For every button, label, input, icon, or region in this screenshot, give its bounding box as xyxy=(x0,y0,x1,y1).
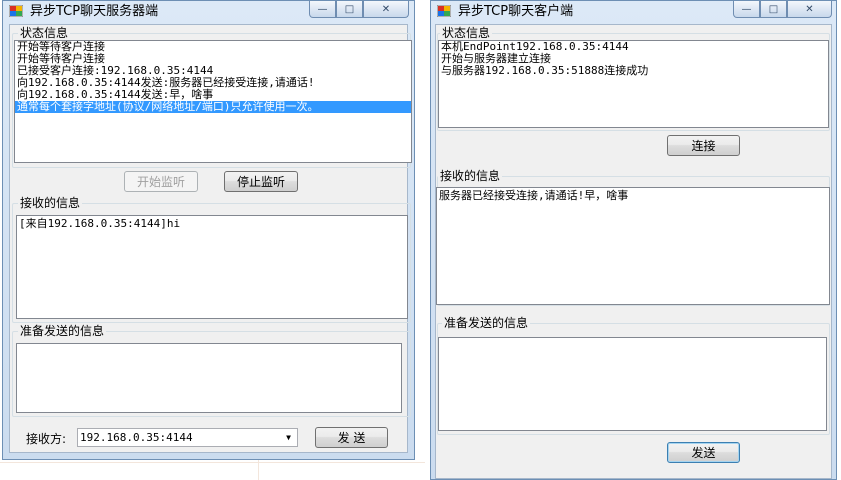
server-window: 异步TCP聊天服务器端 — □ ✕ 状态信息 开始等待客户连接 开始等待客户连接… xyxy=(2,0,415,460)
close-icon: ✕ xyxy=(805,3,814,15)
maximize-button[interactable]: □ xyxy=(336,1,363,18)
client-window: 异步TCP聊天客户端 — □ ✕ 状态信息 本机EndPoint192.168.… xyxy=(430,0,837,480)
close-button[interactable]: ✕ xyxy=(363,1,409,18)
window-title: 异步TCP聊天服务器端 xyxy=(30,4,159,19)
minimize-button[interactable]: — xyxy=(733,1,760,18)
receiver-value: 192.168.0.35:4144 xyxy=(80,431,193,444)
app-icon xyxy=(9,5,23,17)
receiver-combobox[interactable]: 192.168.0.35:4144 ▼ xyxy=(77,428,298,447)
list-item[interactable]: 与服务器192.168.0.35:51888连接成功 xyxy=(439,65,828,77)
client-client-area: 状态信息 本机EndPoint192.168.0.35:4144 开始与服务器建… xyxy=(435,24,832,479)
list-item-selected[interactable]: 通常每个套接字地址(协议/网络地址/端口)只允许使用一次。 xyxy=(15,101,411,113)
received-textbox[interactable]: 服务器已经接受连接,请通话!早，啥事 xyxy=(436,187,830,305)
connect-button[interactable]: 连接 xyxy=(667,135,740,156)
maximize-button[interactable]: □ xyxy=(760,1,787,18)
minimize-icon: — xyxy=(741,3,752,15)
close-icon: ✕ xyxy=(381,3,391,15)
received-group-label: 接收的信息 xyxy=(18,196,83,210)
server-titlebar[interactable]: 异步TCP聊天服务器端 — □ ✕ xyxy=(3,1,414,22)
maximize-icon: □ xyxy=(344,3,355,15)
send-text xyxy=(17,344,401,348)
send-group-label: 准备发送的信息 xyxy=(18,324,107,338)
received-group-label: 接收的信息 xyxy=(438,169,503,183)
status-group-label: 状态信息 xyxy=(440,26,493,40)
window-title: 异步TCP聊天客户端 xyxy=(458,4,574,19)
send-textbox[interactable] xyxy=(438,337,827,431)
desktop-background-line xyxy=(0,462,425,463)
received-text: 服务器已经接受连接,请通话!早，啥事 xyxy=(439,189,629,202)
status-listbox[interactable]: 本机EndPoint192.168.0.35:4144 开始与服务器建立连接 与… xyxy=(438,40,829,128)
send-group-label: 准备发送的信息 xyxy=(442,316,531,330)
maximize-icon: □ xyxy=(768,3,779,15)
send-button[interactable]: 发送 xyxy=(667,442,740,463)
received-textbox[interactable]: [来自192.168.0.35:4144]hi xyxy=(16,215,408,319)
client-titlebar[interactable]: 异步TCP聊天客户端 — □ ✕ xyxy=(431,1,836,22)
app-icon xyxy=(437,5,451,17)
server-client-area: 状态信息 开始等待客户连接 开始等待客户连接 已接受客户连接:192.168.0… xyxy=(9,24,412,453)
send-textbox[interactable] xyxy=(16,343,402,413)
minimize-icon: — xyxy=(317,3,328,15)
stop-listen-button[interactable]: 停止监听 xyxy=(224,171,298,192)
status-group-label: 状态信息 xyxy=(18,26,71,40)
chevron-down-icon[interactable]: ▼ xyxy=(280,429,297,446)
receiver-label: 接收方: xyxy=(26,432,67,446)
start-listen-button[interactable]: 开始监听 xyxy=(124,171,198,192)
close-button[interactable]: ✕ xyxy=(787,1,832,18)
minimize-button[interactable]: — xyxy=(309,1,336,18)
received-text: [来自192.168.0.35:4144]hi xyxy=(19,217,181,230)
send-button[interactable]: 发 送 xyxy=(315,427,388,448)
status-listbox[interactable]: 开始等待客户连接 开始等待客户连接 已接受客户连接:192.168.0.35:4… xyxy=(14,40,412,163)
send-text xyxy=(439,338,826,342)
